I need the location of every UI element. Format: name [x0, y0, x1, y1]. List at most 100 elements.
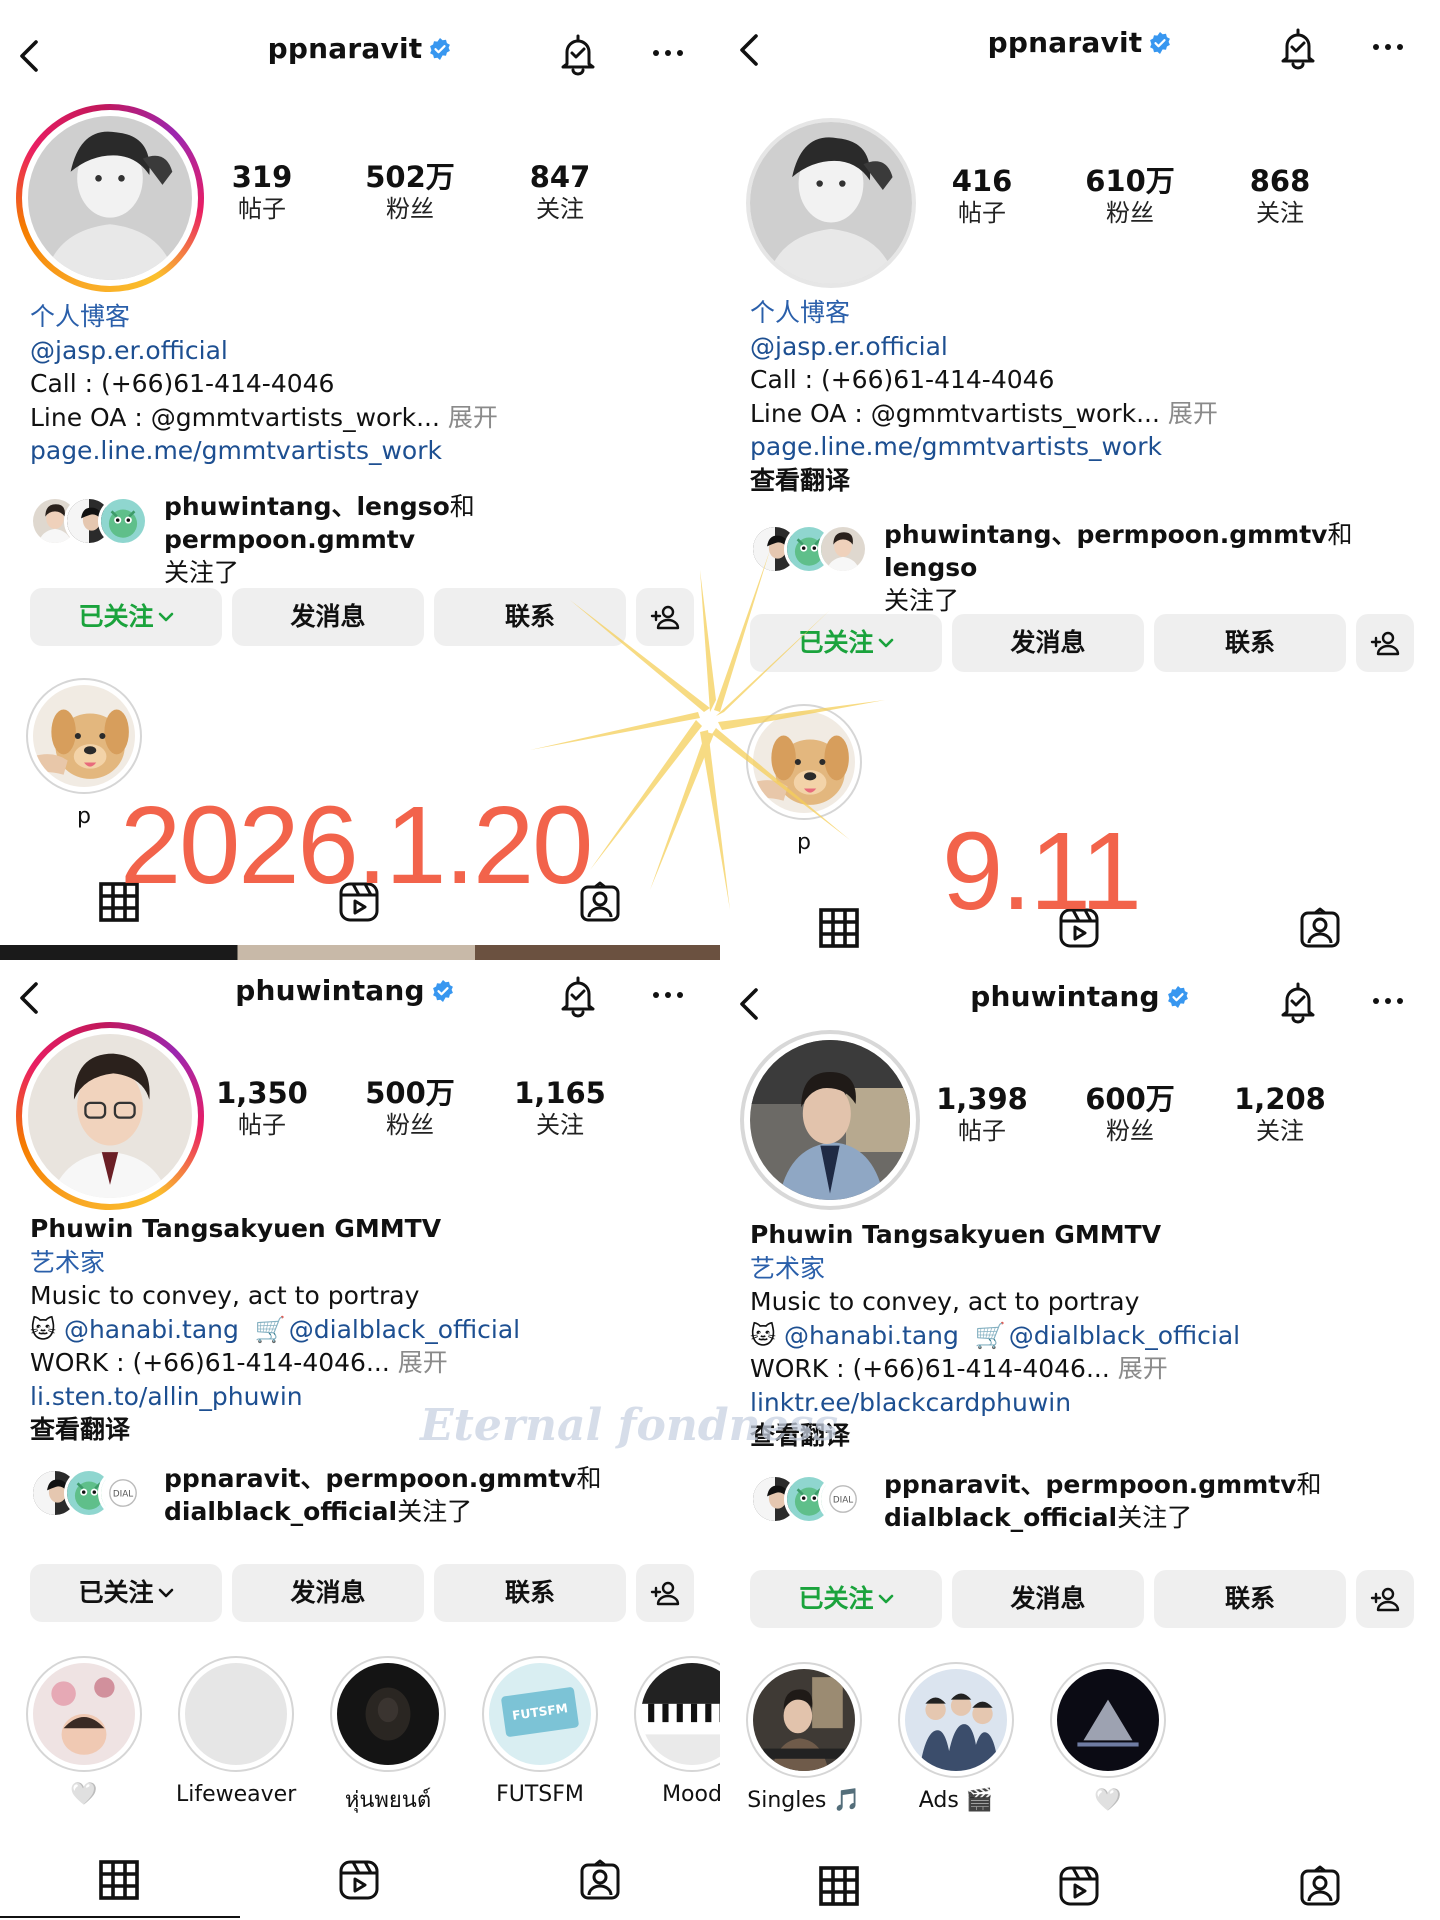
avatar[interactable]: [746, 118, 916, 288]
cart-icon: 🛒: [974, 1320, 1006, 1350]
followed-by[interactable]: ppnaravit、permpoon.gmmtv和 dialblack_offic…: [30, 1462, 690, 1528]
bio-work: WORK : (+66)61-414-4046... 展开: [750, 1354, 1168, 1383]
following-button[interactable]: 已关注: [30, 1564, 222, 1622]
following-stat[interactable]: 1,208 关注: [1220, 1082, 1340, 1146]
posts-stat[interactable]: 319 帖子: [202, 160, 322, 224]
tab-posts[interactable]: [817, 1864, 861, 1908]
tab-posts[interactable]: [817, 906, 861, 950]
message-button[interactable]: 发消息: [952, 614, 1144, 672]
highlight-item[interactable]: Ads 🎬: [896, 1662, 1016, 1813]
posts-stat[interactable]: 416 帖子: [922, 164, 1042, 228]
more-icon[interactable]: [648, 38, 688, 68]
more-icon[interactable]: [648, 980, 688, 1010]
reels-icon: [1057, 1864, 1101, 1908]
message-button[interactable]: 发消息: [232, 588, 424, 646]
avatar: [818, 524, 868, 574]
expand-link[interactable]: 展开: [398, 1348, 448, 1377]
expand-link[interactable]: 展开: [448, 403, 498, 432]
expand-link[interactable]: 展开: [1118, 1354, 1168, 1383]
contact-button[interactable]: 联系: [1154, 1570, 1346, 1628]
following-stat[interactable]: 868 关注: [1220, 164, 1340, 228]
profile-username: ppnaravit: [720, 26, 1440, 59]
tab-tagged[interactable]: [1298, 906, 1342, 950]
bio-handle-link[interactable]: @dialblack_official: [1009, 1321, 1240, 1350]
contact-button[interactable]: 联系: [1154, 614, 1346, 672]
posts-stat[interactable]: 1,350 帖子: [202, 1076, 322, 1140]
bell-icon[interactable]: [556, 974, 600, 1018]
bio-website-link[interactable]: page.line.me/gmmtvartists_work: [30, 434, 690, 468]
top-bar: ppnaravit: [720, 16, 1440, 86]
highlight-caption: Mood: [662, 1782, 720, 1807]
more-icon[interactable]: [1368, 32, 1408, 62]
following-stat[interactable]: 847 关注: [500, 160, 620, 224]
avatar[interactable]: [16, 1022, 204, 1210]
bell-icon[interactable]: [1276, 980, 1320, 1024]
profile-bio: 个人博客 @jasp.er.official Call : (+66)61-41…: [750, 296, 1410, 497]
contact-button[interactable]: 联系: [434, 588, 626, 646]
following-button[interactable]: 已关注: [30, 588, 222, 646]
bio-handle-link[interactable]: @jasp.er.official: [30, 334, 690, 368]
highlight-item[interactable]: หุ่นพยนต์: [328, 1656, 448, 1817]
profile-full-name: Phuwin Tangsakyuen GMMTV: [30, 1214, 442, 1243]
followers-stat[interactable]: 500万 粉丝: [350, 1076, 470, 1140]
category-label: 艺术家: [30, 1247, 106, 1277]
followers-stat[interactable]: 502万 粉丝: [350, 160, 470, 224]
profile-full-name: Phuwin Tangsakyuen GMMTV: [750, 1220, 1162, 1249]
more-icon[interactable]: [1368, 986, 1408, 1016]
profile-username: phuwintang: [0, 974, 720, 1007]
bio-handle-link[interactable]: @jasp.er.official: [750, 330, 1410, 364]
bell-icon[interactable]: [1276, 26, 1320, 70]
message-button[interactable]: 发消息: [232, 1564, 424, 1622]
bio-handle-link[interactable]: @hanabi.tang: [64, 1315, 239, 1344]
profile-stats: 416 帖子 610万 粉丝 868 关注: [952, 164, 1402, 234]
bio-line-oa: Line OA : @gmmtvartists_work... 展开: [750, 398, 1218, 428]
reels-icon: [337, 1858, 381, 1902]
tab-posts[interactable]: [97, 1858, 141, 1902]
followed-by[interactable]: ppnaravit、permpoon.gmmtv和 dialblack_offic…: [750, 1468, 1410, 1534]
followers-stat[interactable]: 600万 粉丝: [1070, 1082, 1190, 1146]
bio-handle-link[interactable]: @hanabi.tang: [784, 1321, 959, 1350]
highlight-item[interactable]: 🤍: [24, 1656, 144, 1807]
category-label: 艺术家: [750, 1253, 826, 1283]
avatar: [98, 496, 148, 546]
expand-link[interactable]: 展开: [1168, 399, 1218, 428]
avatar: [818, 1474, 868, 1524]
see-translation-link[interactable]: 查看翻译: [750, 1419, 1410, 1453]
posts-stat[interactable]: 1,398 帖子: [922, 1082, 1042, 1146]
following-stat[interactable]: 1,165 关注: [500, 1076, 620, 1140]
followed-by[interactable]: phuwintang、permpoon.gmmtv和lengso 关注了: [750, 518, 1410, 615]
profile-actions: 已关注 发消息 联系: [30, 588, 700, 646]
highlight-item[interactable]: Lifeweaver: [176, 1656, 296, 1807]
tab-tagged[interactable]: [1298, 1864, 1342, 1908]
following-button[interactable]: 已关注: [750, 614, 942, 672]
followed-by-avatars: [30, 496, 150, 550]
bio-handle-link[interactable]: @dialblack_official: [289, 1315, 520, 1344]
highlight-item[interactable]: Mood: [632, 1656, 720, 1807]
bio-website-link[interactable]: linktr.ee/blackcardphuwin: [750, 1386, 1410, 1420]
avatar[interactable]: [16, 104, 204, 292]
verified-icon: [428, 37, 452, 61]
avatar[interactable]: [740, 1030, 920, 1210]
overlay-date: 2026.1.20: [120, 784, 593, 907]
followed-by-text: ppnaravit、permpoon.gmmtv和 dialblack_offic…: [164, 1464, 602, 1526]
highlight-item[interactable]: FUTSFM: [480, 1656, 600, 1807]
tab-reels[interactable]: [337, 1858, 381, 1902]
see-translation-link[interactable]: 查看翻译: [750, 464, 1410, 498]
add-person-button[interactable]: [1356, 1570, 1414, 1628]
highlight-item[interactable]: p: [744, 704, 864, 855]
highlight-item[interactable]: Singles 🎵: [744, 1662, 864, 1813]
highlight-item[interactable]: 🤍: [1048, 1662, 1168, 1813]
add-person-button[interactable]: [636, 1564, 694, 1622]
contact-button[interactable]: 联系: [434, 1564, 626, 1622]
profile-actions: 已关注 发消息 联系: [750, 614, 1420, 672]
followers-stat[interactable]: 610万 粉丝: [1070, 164, 1190, 228]
add-person-button[interactable]: [636, 588, 694, 646]
message-button[interactable]: 发消息: [952, 1570, 1144, 1628]
tab-reels[interactable]: [1057, 1864, 1101, 1908]
following-button[interactable]: 已关注: [750, 1570, 942, 1628]
tab-tagged[interactable]: [578, 1858, 622, 1902]
add-person-button[interactable]: [1356, 614, 1414, 672]
followed-by[interactable]: phuwintang、lengso和permpoon.gmmtv 关注了: [30, 490, 690, 587]
bell-icon[interactable]: [556, 32, 600, 76]
bio-website-link[interactable]: page.line.me/gmmtvartists_work: [750, 430, 1410, 464]
